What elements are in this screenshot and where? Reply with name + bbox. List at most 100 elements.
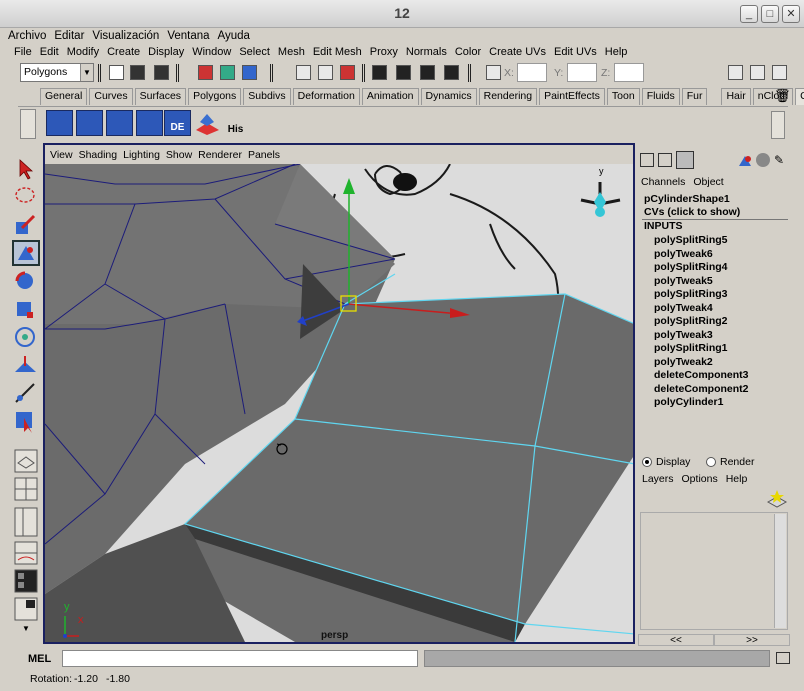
input-node[interactable]: polySplitRing1: [654, 342, 728, 354]
tab-painteffects[interactable]: PaintEffects: [539, 88, 605, 105]
save-scene-icon[interactable]: [154, 65, 169, 80]
menu-window[interactable]: Window: [188, 46, 235, 58]
both-mode-icon[interactable]: [676, 151, 694, 169]
snap-curve-icon[interactable]: [318, 65, 333, 80]
menu-create-uvs[interactable]: Create UVs: [485, 46, 550, 58]
move-tool-icon[interactable]: [12, 240, 40, 266]
menu-mesh[interactable]: Mesh: [274, 46, 309, 58]
vp-menu-show[interactable]: Show: [165, 149, 197, 161]
single-perspective-layout-icon[interactable]: [12, 448, 40, 474]
scroll-left-button[interactable]: <<: [638, 634, 714, 646]
input-node[interactable]: polyTweak3: [654, 329, 713, 341]
scale-tool-icon[interactable]: [12, 296, 40, 322]
vp-menu-renderer[interactable]: Renderer: [197, 149, 247, 161]
four-view-layout-icon[interactable]: [12, 476, 40, 502]
menu-create[interactable]: Create: [103, 46, 144, 58]
render-settings-icon[interactable]: [444, 65, 459, 80]
menu-set-dropdown[interactable]: Polygons ▼: [20, 63, 94, 82]
vp-menu-view[interactable]: View: [49, 149, 78, 161]
tab-hair[interactable]: Hair: [721, 88, 751, 105]
tab-animation[interactable]: Animation: [361, 88, 419, 105]
menu-edit-uvs[interactable]: Edit UVs: [550, 46, 601, 58]
tab-polygons[interactable]: Polygons: [188, 88, 242, 105]
input-node[interactable]: polySplitRing3: [654, 288, 728, 300]
menu-color[interactable]: Color: [451, 46, 485, 58]
input-node[interactable]: polySplitRing4: [654, 261, 728, 273]
show-manip-icon[interactable]: [12, 380, 40, 406]
snap-point-icon[interactable]: [340, 65, 355, 80]
scroll-right-button[interactable]: >>: [714, 634, 790, 646]
tool-settings-icon[interactable]: [750, 65, 765, 80]
minimize-button[interactable]: _: [740, 5, 758, 23]
os-menu-ayuda[interactable]: Ayuda: [214, 30, 254, 42]
object-name[interactable]: pCylinderShape1: [644, 193, 730, 205]
layer-editor-mode-icon[interactable]: [658, 153, 672, 167]
menu-edit[interactable]: Edit: [36, 46, 63, 58]
options-menu[interactable]: Options: [682, 473, 718, 485]
cb-menu-channels[interactable]: Channels: [641, 176, 685, 188]
tab-fluids[interactable]: Fluids: [641, 88, 680, 105]
last-tool-icon[interactable]: [12, 408, 40, 434]
create-layer-icon[interactable]: [766, 488, 788, 508]
help-menu[interactable]: Help: [726, 473, 748, 485]
viewport-scene[interactable]: y y x persp: [45, 164, 633, 642]
display-layer-radio[interactable]: [642, 457, 652, 467]
shelf-menu-button[interactable]: [20, 109, 36, 139]
vp-menu-panels[interactable]: Panels: [247, 149, 285, 161]
os-menu-ventana[interactable]: Ventana: [163, 30, 213, 42]
transform-input-icon[interactable]: [486, 65, 501, 80]
persp-hypershade-layout-icon[interactable]: [12, 596, 40, 622]
render-layer-radio[interactable]: [706, 457, 716, 467]
cvs-toggle[interactable]: CVs (click to show): [644, 206, 740, 218]
viewport-panel[interactable]: View Shading Lighting Show Renderer Pane…: [43, 143, 635, 644]
layers-menu[interactable]: Layers: [642, 473, 674, 485]
tab-rendering[interactable]: Rendering: [478, 88, 538, 105]
menu-proxy[interactable]: Proxy: [366, 46, 402, 58]
menu-select[interactable]: Select: [235, 46, 274, 58]
universal-manip-icon[interactable]: [12, 324, 40, 350]
split-polygon-icon[interactable]: [106, 110, 133, 136]
os-menu-editar[interactable]: Editar: [50, 30, 88, 42]
pen-icon[interactable]: ✎: [774, 153, 788, 167]
tab-general[interactable]: General: [40, 88, 88, 105]
layout-more-button[interactable]: ▼: [12, 624, 40, 638]
select-component-icon[interactable]: [242, 65, 257, 80]
insert-edge-loop-icon[interactable]: [194, 110, 221, 136]
shelf-scroll[interactable]: [771, 111, 785, 139]
vp-menu-lighting[interactable]: Lighting: [122, 149, 165, 161]
y-field[interactable]: [567, 63, 597, 82]
input-node[interactable]: polyTweak2: [654, 356, 713, 368]
cb-menu-object[interactable]: Object: [693, 176, 723, 188]
x-field[interactable]: [517, 63, 547, 82]
vp-menu-shading[interactable]: Shading: [78, 149, 123, 161]
menu-display[interactable]: Display: [144, 46, 188, 58]
mel-input[interactable]: [62, 650, 418, 667]
lasso-icon[interactable]: [12, 184, 40, 210]
input-node[interactable]: deleteComponent2: [654, 383, 749, 395]
tab-custom[interactable]: Custom: [795, 88, 804, 105]
select-arrow-icon[interactable]: [12, 156, 40, 182]
sphere-icon[interactable]: [756, 153, 770, 167]
channel-box-icon[interactable]: [772, 65, 787, 80]
tab-surfaces[interactable]: Surfaces: [134, 88, 187, 105]
input-node[interactable]: polySplitRing2: [654, 315, 728, 327]
delete-edge-icon[interactable]: DE: [164, 110, 191, 136]
input-node[interactable]: polyCylinder1: [654, 396, 723, 408]
history-icon[interactable]: His: [222, 110, 249, 136]
menu-file[interactable]: File: [10, 46, 36, 58]
extrude-icon[interactable]: [136, 110, 163, 136]
input-node[interactable]: polySplitRing5: [654, 234, 728, 246]
shapes-icon[interactable]: [738, 153, 752, 167]
uv-texture-editor-icon[interactable]: [46, 110, 73, 136]
input-node[interactable]: polyTweak5: [654, 275, 713, 287]
menu-modify[interactable]: Modify: [63, 46, 103, 58]
soft-mod-icon[interactable]: [12, 352, 40, 378]
paint-select-icon[interactable]: [12, 212, 40, 238]
input-node[interactable]: deleteComponent3: [654, 369, 749, 381]
hypershade-layout-icon[interactable]: [12, 568, 40, 594]
z-field[interactable]: [614, 63, 644, 82]
tab-fur[interactable]: Fur: [681, 88, 708, 105]
input-node[interactable]: polyTweak4: [654, 302, 713, 314]
tab-dynamics[interactable]: Dynamics: [420, 88, 477, 105]
select-tool-icon[interactable]: [76, 110, 103, 136]
